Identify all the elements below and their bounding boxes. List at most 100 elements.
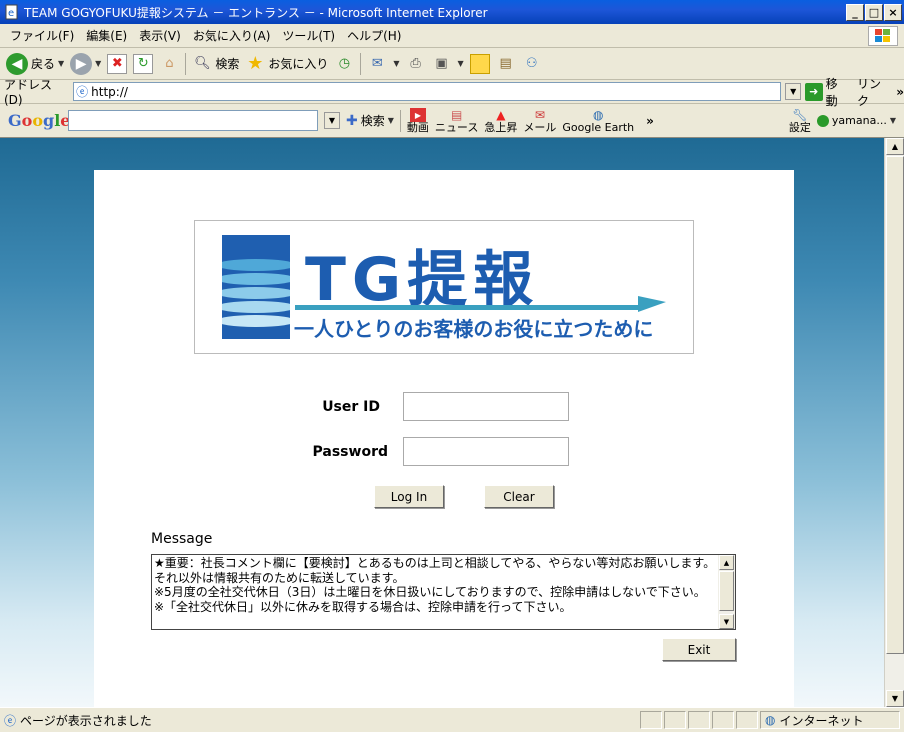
scroll-up-icon[interactable]: ▲: [886, 138, 904, 155]
logo-underline: [295, 305, 640, 310]
status-pane: [712, 711, 734, 729]
status-pane: [664, 711, 686, 729]
home-icon[interactable]: ⌂: [159, 54, 179, 74]
scroll-down-icon[interactable]: ▼: [886, 690, 904, 707]
google-news-button[interactable]: ▤ ニュース: [434, 107, 479, 134]
stop-icon[interactable]: ✖: [107, 53, 128, 74]
menu-file[interactable]: ファイル(F): [4, 27, 80, 44]
exit-button[interactable]: Exit: [662, 638, 736, 661]
ie-page-icon: e: [5, 4, 18, 20]
login-panel: TG提報 一人ひとりのお客様のお役に立つために User ID Password…: [94, 170, 794, 707]
chevron-down-icon: ▼: [393, 59, 400, 68]
maximize-button[interactable]: □: [865, 3, 883, 21]
print-icon[interactable]: ⎙: [406, 54, 426, 74]
menu-favorites[interactable]: お気に入り(A): [187, 27, 277, 44]
menu-help[interactable]: ヘルプ(H): [341, 27, 407, 44]
chevron-down-icon: ▼: [58, 59, 65, 68]
userid-input[interactable]: [403, 392, 569, 421]
status-text: ページが表示されました: [20, 713, 152, 728]
password-input[interactable]: [403, 437, 569, 466]
address-label: アドレス(D): [4, 78, 53, 107]
forward-button[interactable]: ▶ ▼: [70, 52, 101, 75]
security-zone[interactable]: ◍ インターネット: [760, 711, 900, 729]
status-pane: [736, 711, 758, 729]
chevron-right-icon[interactable]: »: [896, 85, 904, 99]
menu-view[interactable]: 表示(V): [133, 27, 187, 44]
password-label: Password: [312, 444, 388, 460]
google-mail-button[interactable]: ✉ メール: [523, 107, 557, 134]
mail-icon: ✉: [534, 107, 545, 122]
google-trends-button[interactable]: ▲ 急上昇: [484, 108, 517, 134]
google-toolbar: Google ▼ ✚ 検索 ▼ ▶ 動画 ▤ ニュース ▲ 急上昇 ✉ メール …: [0, 104, 904, 138]
menu-tools[interactable]: ツール(T): [276, 27, 341, 44]
back-label: 戻る: [31, 57, 56, 71]
messenger-icon[interactable]: ⚇: [522, 54, 542, 74]
google-account-button[interactable]: yamana... ▼: [816, 114, 896, 127]
message-text: ★重要：社長コメント欄に【要検討】とあるものは上司と相談してやる、やらない等対応…: [154, 556, 716, 614]
discuss-icon[interactable]: [469, 53, 490, 74]
chevron-down-icon: ▼: [457, 59, 464, 68]
address-dropdown-icon[interactable]: ▼: [785, 83, 801, 100]
forward-arrow-icon: ▶: [70, 52, 93, 75]
scroll-thumb[interactable]: [719, 571, 734, 611]
google-earth-button[interactable]: ◍ Google Earth: [562, 108, 634, 134]
news-icon: ▤: [450, 107, 463, 122]
toolbar-separator: [399, 109, 401, 132]
minimize-button[interactable]: _: [846, 3, 864, 21]
history-icon[interactable]: ◷: [334, 54, 354, 74]
clear-button[interactable]: Clear: [484, 485, 554, 508]
favorites-button[interactable]: ★ お気に入り: [245, 53, 328, 74]
google-news-label: ニュース: [434, 121, 479, 134]
message-label: Message: [151, 531, 213, 547]
google-username: yamana...: [831, 114, 887, 127]
zone-label: インターネット: [779, 713, 864, 728]
status-pane: [688, 711, 710, 729]
search-button[interactable]: 🔍︎ 検索: [192, 54, 239, 74]
page-content: TG提報 一人ひとりのお客様のお役に立つために User ID Password…: [0, 138, 884, 707]
window-title: TEAM GOGYOFUKU提報システム － エントランス － - Micros…: [24, 5, 488, 20]
google-settings-label: 設定: [788, 121, 811, 134]
google-g-icon: ✚: [346, 112, 358, 129]
research-icon[interactable]: ▤: [496, 54, 516, 74]
search-label: 検索: [215, 57, 240, 71]
status-bar: ⓔ ページが表示されました ◍ インターネット: [0, 707, 904, 732]
star-icon: ★: [247, 53, 264, 74]
google-video-button[interactable]: ▶ 動画: [407, 108, 429, 133]
back-arrow-icon: ◀: [6, 52, 28, 75]
mail-icon[interactable]: ✉: [367, 54, 387, 74]
google-video-label: 動画: [406, 121, 429, 134]
address-input[interactable]: ⓔ http://: [73, 82, 782, 101]
youtube-icon: ▶: [409, 108, 426, 122]
scroll-down-icon[interactable]: ▼: [719, 614, 734, 629]
address-bar: アドレス(D) ⓔ http:// ▼ ➜ 移動 リンク »: [0, 77, 904, 108]
globe-icon: ◍: [765, 713, 776, 727]
chevron-down-icon: ▼: [889, 116, 896, 125]
google-search-input[interactable]: [68, 110, 318, 131]
chevron-right-icon[interactable]: »: [646, 114, 654, 128]
status-dot-icon: [816, 114, 829, 127]
tg-logo: TG提報 一人ひとりのお客様のお役に立つために: [194, 220, 694, 354]
back-button[interactable]: ◀ 戻る ▼: [6, 52, 65, 75]
google-search-dropdown-icon[interactable]: ▼: [324, 112, 340, 129]
message-textarea[interactable]: ★重要：社長コメント欄に【要検討】とあるものは上司と相談してやる、やらない等対応…: [151, 554, 736, 630]
login-button[interactable]: Log In: [374, 485, 444, 508]
refresh-icon[interactable]: ↻: [133, 53, 154, 74]
google-search-label: 検索: [360, 114, 385, 128]
standard-toolbar: ◀ 戻る ▼ ▶ ▼ ✖ ↻ ⌂ 🔍︎ 検索 ★ お気に入り ◷ ✉ ▼ ⎙ ▣…: [0, 48, 904, 80]
google-mail-label: メール: [523, 121, 557, 134]
window-titlebar: e TEAM GOGYOFUKU提報システム － エントランス － - Micr…: [0, 0, 904, 24]
google-search-button[interactable]: ✚ 検索 ▼: [346, 112, 394, 129]
menu-edit[interactable]: 編集(E): [80, 27, 133, 44]
page-scroll-thumb[interactable]: [886, 156, 904, 654]
ie-page-icon: ⓔ: [4, 713, 17, 728]
edit-icon[interactable]: ▣: [432, 54, 452, 74]
menubar: ファイル(F) 編集(E) 表示(V) お気に入り(A) ツール(T) ヘルプ(…: [0, 24, 904, 48]
message-scrollbar[interactable]: ▲ ▼: [718, 555, 735, 629]
google-settings-button[interactable]: 🔧︎ 設定: [788, 108, 811, 134]
page-scrollbar[interactable]: ▲ ▼: [884, 138, 904, 707]
scroll-up-icon[interactable]: ▲: [719, 555, 734, 570]
logo-arrow-icon: [638, 296, 666, 312]
search-icon: 🔍︎: [194, 56, 211, 71]
close-button[interactable]: ×: [884, 3, 902, 21]
toolbar-separator: [360, 52, 362, 75]
